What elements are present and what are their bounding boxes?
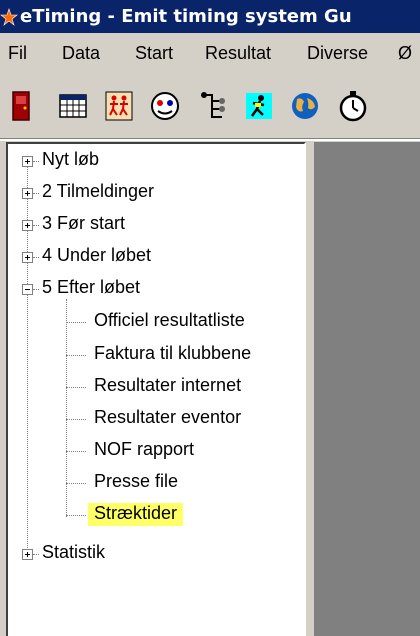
tree-leaf-label: Officiel resultatliste: [94, 310, 245, 330]
tree-leaf-faktura[interactable]: Faktura til klubbene: [8, 338, 298, 370]
tree-node-label: 3 Før start: [42, 213, 126, 233]
title-bar: eTiming - Emit timing system Gu: [0, 0, 420, 33]
expand-plus-icon[interactable]: [22, 188, 33, 199]
tree-node-label: 5 Efter løbet: [42, 277, 141, 297]
menu-diverse[interactable]: Diverse: [307, 43, 368, 64]
tree-leaf-resultater-eventor[interactable]: Resultater eventor: [8, 402, 298, 434]
tree-node-tilmeldinger[interactable]: 2 Tilmeldinger: [8, 176, 298, 208]
menu-data[interactable]: Data: [62, 43, 100, 64]
tree-leaf-straektider[interactable]: Stræktider: [8, 498, 298, 530]
tree-icon[interactable]: [196, 89, 230, 123]
tree-guide: [33, 257, 39, 258]
tree-guide: [33, 289, 39, 290]
menu-start[interactable]: Start: [135, 43, 173, 64]
tree-leaf-presse-file[interactable]: Presse file: [8, 466, 298, 498]
tree-view[interactable]: Nyt løb 2 Tilmeldinger 3 Før start 4 Und…: [6, 142, 306, 636]
tree-guide: [66, 355, 86, 356]
door-icon[interactable]: [4, 89, 38, 123]
tree-guide: [33, 161, 39, 162]
content-pane: [314, 142, 420, 636]
tree-leaf-label-highlighted: Stræktider: [88, 503, 184, 526]
tree-leaf-label: Presse file: [94, 471, 179, 491]
expand-plus-icon[interactable]: [22, 220, 33, 231]
tree-leaf-label: Faktura til klubbene: [94, 343, 252, 363]
tree-leaf-label: Resultater eventor: [94, 407, 242, 427]
collapse-minus-icon[interactable]: [22, 284, 33, 295]
tree-guide: [33, 554, 39, 555]
tree-node-label: Statistik: [42, 542, 106, 562]
menu-overflow[interactable]: Ø: [398, 43, 412, 64]
app-icon: [0, 8, 18, 26]
tree-leaf-resultater-internet[interactable]: Resultater internet: [8, 370, 298, 402]
tree-guide: [33, 225, 39, 226]
globe-icon[interactable]: [288, 89, 322, 123]
menu-fil[interactable]: Fil: [8, 43, 27, 64]
tree-guide: [66, 322, 86, 323]
tree-node-nyt-lob[interactable]: Nyt løb: [8, 144, 298, 176]
expand-plus-icon[interactable]: [22, 549, 33, 560]
tree-leaf-nof-rapport[interactable]: NOF rapport: [8, 434, 298, 466]
tree-node-efter-lobet[interactable]: 5 Efter løbet: [8, 272, 298, 304]
tree-leaf-label: Resultater internet: [94, 375, 242, 395]
window-title: eTiming - Emit timing system Gu: [20, 6, 352, 27]
toolbar-separator: [0, 138, 420, 141]
pane-splitter[interactable]: [306, 142, 314, 636]
tree-node-label: Nyt løb: [42, 149, 100, 169]
tree-node-for-start[interactable]: 3 Før start: [8, 208, 298, 240]
tree-guide: [66, 451, 86, 452]
tree-guide: [66, 483, 86, 484]
calendar-grid-icon[interactable]: [56, 89, 90, 123]
tree-node-label: 2 Tilmeldinger: [42, 181, 155, 201]
clock-face-icon[interactable]: [148, 89, 182, 123]
runner-icon[interactable]: [242, 89, 276, 123]
runners-icon[interactable]: [102, 89, 136, 123]
menu-bar: Fil Data Start Resultat Diverse Ø: [0, 33, 420, 77]
tree-leaf-label: NOF rapport: [94, 439, 195, 459]
tree-leaf-officiel-resultatliste[interactable]: Officiel resultatliste: [8, 305, 298, 337]
tree-guide: [66, 419, 86, 420]
tree-guide: [33, 193, 39, 194]
tree-guide: [66, 515, 86, 516]
tree-node-label: 4 Under løbet: [42, 245, 152, 265]
tree-node-statistik[interactable]: Statistik: [8, 537, 298, 569]
expand-plus-icon[interactable]: [22, 252, 33, 263]
expand-plus-icon[interactable]: [22, 156, 33, 167]
tree-guide: [66, 387, 86, 388]
menu-resultat[interactable]: Resultat: [205, 43, 271, 64]
stopwatch-icon[interactable]: [336, 89, 370, 123]
toolbar: [0, 77, 420, 138]
tree-node-under-lobet[interactable]: 4 Under løbet: [8, 240, 298, 272]
